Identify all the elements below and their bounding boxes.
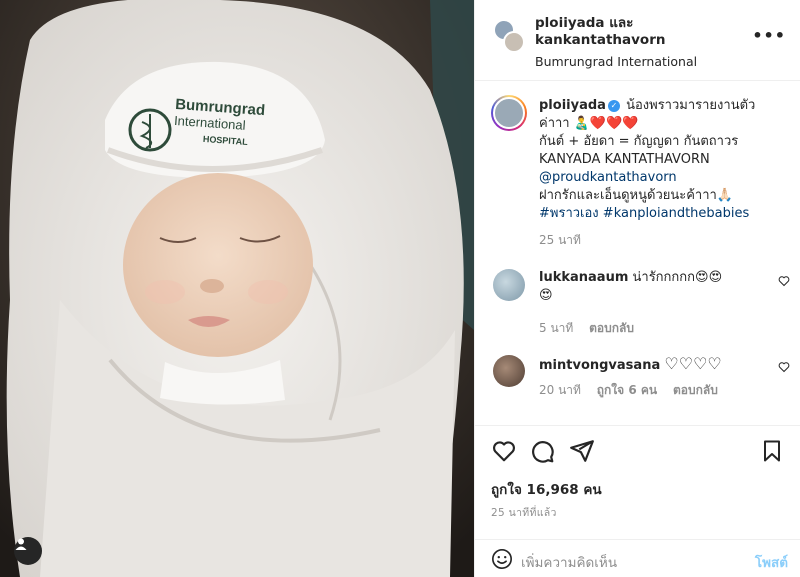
comment-text: น่ารักกกกก😍😍 [632, 270, 723, 285]
caption-mention-link[interactable]: @proudkantathavorn [539, 169, 782, 187]
post-caption: ploiiyada ✓ น้องพราวมารายงานตัว ค่าาา 👨‍🍼… [475, 81, 800, 249]
tagged-users-button[interactable] [14, 537, 42, 565]
reply-button[interactable]: ตอบกลับ [673, 383, 718, 397]
caption-username[interactable]: ploiiyada [539, 98, 606, 113]
post-header: ploiiyada และ kankantathavorn Bumrungrad… [475, 0, 800, 81]
instagram-post-modal: Bumrungrad International HOSPITAL ploiiy… [0, 0, 800, 577]
comment-item: mintvongvasana ♡♡♡♡ 20 นาที ถูกใจ 6 คน ต… [475, 355, 800, 399]
like-comment-heart-icon[interactable] [778, 361, 790, 373]
post-photo[interactable]: Bumrungrad International HOSPITAL [0, 0, 474, 577]
hat-logo-text: Bumrungrad International HOSPITAL [172, 96, 266, 151]
user-icon [15, 538, 27, 550]
author-line2[interactable]: kankantathavorn [535, 32, 665, 48]
comment-avatar[interactable] [493, 355, 525, 387]
share-paper-plane-icon[interactable] [569, 438, 595, 464]
caption-line4: KANYADA KANTATHAVORN [539, 152, 710, 167]
emoji-smiley-icon[interactable] [491, 548, 513, 570]
baby-photo-illustration [0, 0, 474, 577]
comment-time[interactable]: 5 นาที [539, 321, 573, 335]
post-comment-button[interactable]: โพสต์ [755, 551, 788, 573]
reply-button[interactable]: ตอบกลับ [589, 321, 634, 335]
hashtag-link[interactable]: #พราวเอง [539, 206, 599, 221]
more-options-icon[interactable]: ••• [752, 26, 786, 45]
comment-item: lukkanaaum น่ารักกกกก😍😍 😍 5 นาที ตอบกลับ [475, 269, 800, 337]
comment-input[interactable]: เพิ่มความคิดเห็น [521, 551, 617, 573]
post-details-panel: ploiiyada และ kankantathavorn Bumrungrad… [474, 0, 800, 577]
comment-likes-count[interactable]: ถูกใจ 6 คน [597, 383, 657, 397]
caption-line3: กันต์ + อัยดา = กัญญดา กันตถาวร [539, 134, 739, 149]
add-comment-bar: เพิ่มความคิดเห็น โพสต์ [475, 539, 800, 577]
comment-avatar[interactable] [493, 269, 525, 301]
caption-avatar[interactable] [491, 95, 527, 131]
caption-line2: ค่าาา 👨‍🍼❤️❤️❤️ [539, 116, 639, 131]
comment-text-cont: 😍 [539, 288, 553, 303]
author-line1[interactable]: ploiiyada และ [535, 15, 633, 31]
caption-timestamp[interactable]: 25 นาที [539, 231, 782, 249]
hashtag-link[interactable]: #kanploiandthebabies [603, 206, 749, 221]
post-authors[interactable]: ploiiyada และ kankantathavorn [535, 15, 697, 49]
comment-bubble-icon[interactable] [529, 438, 555, 464]
comment-username[interactable]: mintvongvasana [539, 358, 660, 373]
post-timestamp[interactable]: 25 นาทีที่แล้ว [491, 504, 557, 521]
location-link[interactable]: Bumrungrad International [535, 53, 697, 70]
verified-badge-icon: ✓ [607, 99, 620, 112]
caption-line5: ฝากรักและเอ็นดูหนูด้วยนะค้าาา🙏🏻 [539, 188, 734, 203]
likes-count[interactable]: ถูกใจ 16,968 คน [491, 478, 602, 500]
comment-time[interactable]: 20 นาที [539, 383, 581, 397]
like-comment-heart-icon[interactable] [778, 275, 790, 287]
avatar-kankantathavorn[interactable] [503, 31, 525, 53]
collab-avatars[interactable] [493, 19, 525, 53]
like-heart-icon[interactable] [491, 438, 517, 464]
caption-line1: น้องพราวมารายงานตัว [626, 98, 756, 113]
save-bookmark-icon[interactable] [760, 438, 784, 464]
comment-text: ♡♡♡♡ [664, 354, 722, 373]
comment-username[interactable]: lukkanaaum [539, 270, 628, 285]
post-actions: ถูกใจ 16,968 คน 25 นาทีที่แล้ว [475, 425, 800, 545]
